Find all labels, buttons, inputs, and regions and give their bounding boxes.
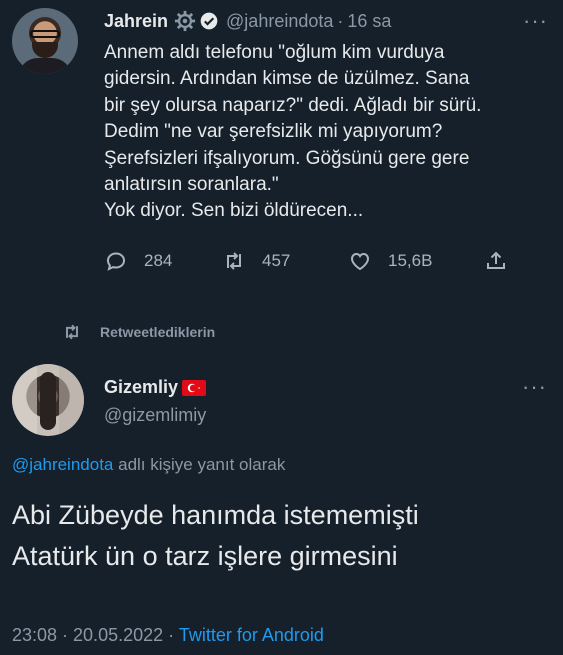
replying-mention-link[interactable]: @jahreindota: [12, 455, 113, 474]
gear-icon: [174, 10, 196, 32]
retweet-icon: [66, 324, 78, 340]
source-link[interactable]: Twitter for Android: [179, 625, 324, 645]
replying-to: @jahreindota adlı kişiye yanıt olarak: [12, 455, 285, 475]
tweet-text-line: anlatırsın soranlara.": [104, 174, 279, 196]
turkey-flag-icon: [182, 379, 207, 396]
retweet-icon: [227, 252, 241, 270]
timestamp-text[interactable]: 23:08 · 20.05.2022 ·: [12, 625, 179, 645]
retweeted-label[interactable]: Retweetlediklerin: [62, 322, 215, 342]
share-icon: [487, 251, 505, 269]
tweet-actions: 284 457 15,6B: [104, 249, 524, 279]
share-button[interactable]: [484, 249, 524, 273]
retweeted-label-text: Retweetlediklerin: [100, 324, 216, 340]
retweet-button[interactable]: 457: [222, 249, 290, 273]
reply-icon: [106, 252, 126, 271]
retweet-count: 457: [262, 251, 291, 270]
original-tweet[interactable]: Jahrein @jahreindota · 16 sa ··· Annem a…: [0, 0, 563, 335]
reply-author-handle[interactable]: @gizemlimiy: [104, 405, 206, 426]
tweet-text: Annem aldı telefonu "oğlum kim vurduya g…: [104, 40, 554, 225]
tweet-header: Jahrein @jahreindota · 16 sa: [104, 9, 391, 33]
avatar[interactable]: [12, 8, 78, 74]
verified-icon: [199, 11, 219, 31]
like-icon: [350, 252, 370, 271]
tweet-text-line: Yok diyor. Sen bizi öldürecen...: [104, 200, 364, 222]
author-name[interactable]: Jahrein: [104, 11, 168, 32]
reply-text-line: Abi Zübeyde hanımda istememişti: [12, 500, 419, 530]
tweet-text-line: Şerefsizleri ifşalıyorum. Göğsünü gere g…: [104, 147, 470, 169]
like-count: 15,6B: [388, 251, 433, 270]
separator: ·: [337, 10, 344, 31]
like-button[interactable]: 15,6B: [348, 249, 432, 273]
reply-timestamp: 23:08 · 20.05.2022 · Twitter for Android: [12, 625, 324, 646]
author-handle[interactable]: @jahreindota: [226, 11, 333, 32]
reply-avatar[interactable]: [12, 364, 84, 436]
reply-button[interactable]: 284: [104, 249, 172, 273]
more-options-icon[interactable]: ···: [523, 8, 553, 34]
reply-author-name[interactable]: Gizemliy: [104, 377, 178, 398]
tweet-text-line: bir şey olursa naparız?" dedi. Ağladı bi…: [104, 94, 482, 116]
tweet-time[interactable]: 16 sa: [347, 11, 391, 32]
reply-header: Gizemliy: [104, 377, 207, 398]
tweet-text-line: Dedim "ne var şerefsizlik mi yapıyorum?: [104, 121, 443, 143]
reply-text: Abi Zübeyde hanımda istememişti Atatürk …: [12, 495, 557, 577]
reply-count: 284: [144, 251, 173, 270]
tweet-text-line: Annem aldı telefonu "oğlum kim vurduya: [104, 42, 445, 63]
tweet-text-line: gidersin. Ardından kimse de üzülmez. San…: [104, 68, 470, 90]
replying-text: adlı kişiye yanıt olarak: [113, 455, 286, 474]
more-options-icon[interactable]: ···: [522, 374, 552, 400]
reply-text-line: Atatürk ün o tarz işlere girmesini: [12, 541, 398, 571]
